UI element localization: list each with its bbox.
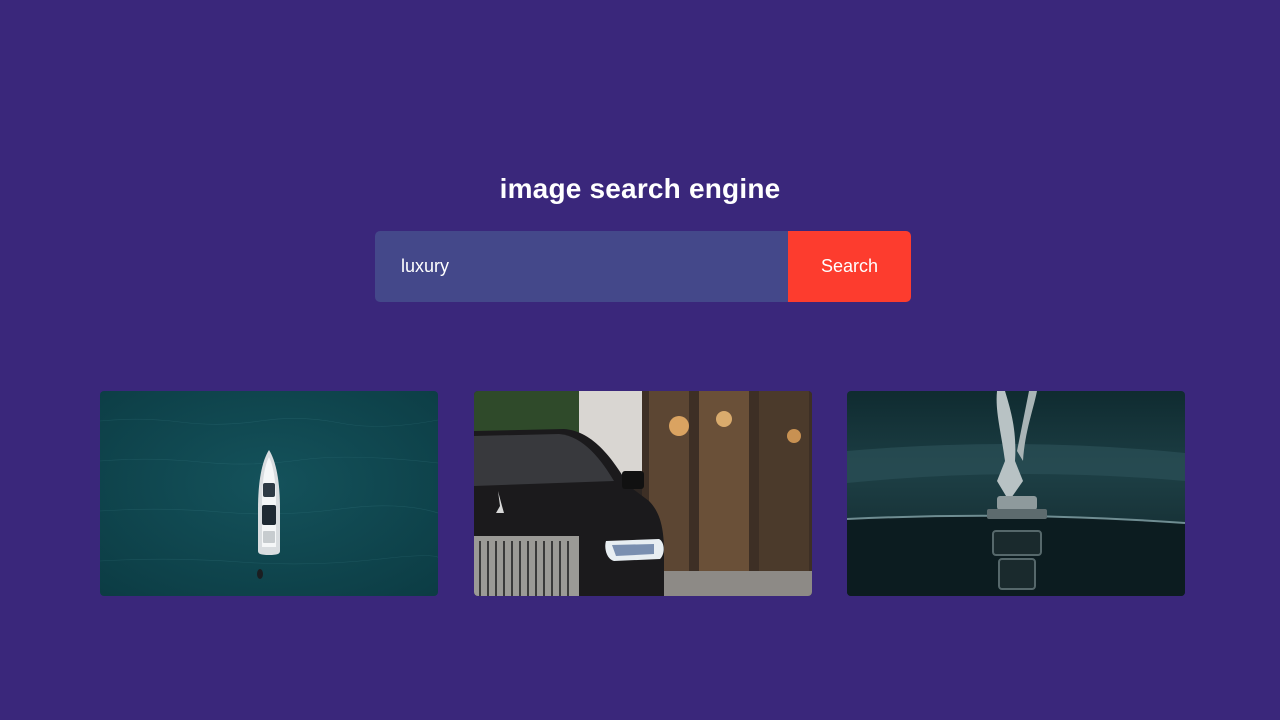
- page-title: image search engine: [499, 172, 781, 204]
- search-form: Search: [375, 231, 911, 302]
- yacht-image: [100, 391, 438, 596]
- result-image-car[interactable]: [473, 391, 812, 596]
- result-image-ornament[interactable]: [847, 391, 1185, 596]
- car-image: [473, 391, 812, 596]
- result-image-yacht[interactable]: [100, 391, 438, 596]
- search-results: [100, 391, 1185, 596]
- search-input[interactable]: [375, 231, 788, 302]
- search-button[interactable]: Search: [788, 231, 911, 302]
- ornament-image: [847, 391, 1185, 596]
